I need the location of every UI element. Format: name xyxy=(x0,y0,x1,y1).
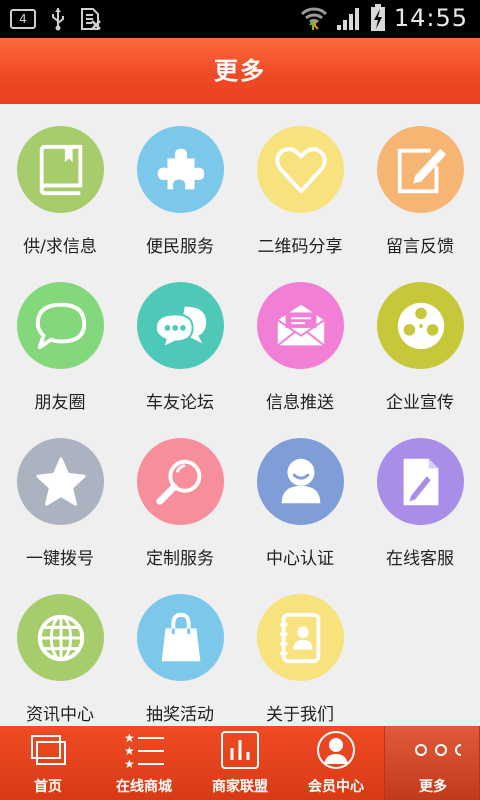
grid-item-moments[interactable]: 朋友圈 xyxy=(0,260,120,416)
grid-item-news-center[interactable]: 资讯中心 xyxy=(0,572,120,728)
envelope-icon xyxy=(276,304,325,346)
grid-item-label: 定制服务 xyxy=(146,549,214,569)
nav-item-more[interactable]: 更多 xyxy=(384,726,480,800)
grid-item-label: 关于我们 xyxy=(266,705,334,725)
home-windows-icon xyxy=(31,735,66,765)
grid-item-online-support[interactable]: 在线客服 xyxy=(360,416,480,572)
nav-label: 更多 xyxy=(419,779,447,795)
grid-item-qr-share[interactable]: 二维码分享 xyxy=(240,104,360,260)
status-right: 14:55 xyxy=(300,4,468,32)
page-title: 更多 xyxy=(214,57,266,85)
wifi-icon xyxy=(300,7,327,30)
nav-label: 会员中心 xyxy=(308,779,364,795)
grid-item-convenience-services[interactable]: 便民服务 xyxy=(120,104,240,260)
grid-item-label: 信息推送 xyxy=(266,393,334,413)
grid-item-company-promo[interactable]: 企业宣传 xyxy=(360,260,480,416)
grid-item-supply-demand[interactable]: 供/求信息 xyxy=(0,104,120,260)
grid-item-about-us[interactable]: 关于我们 xyxy=(240,572,360,728)
clock: 14:55 xyxy=(393,4,468,32)
svg-text:★: ★ xyxy=(124,757,135,771)
circle xyxy=(17,126,104,213)
shopping-bag-icon xyxy=(161,612,200,661)
heart-icon xyxy=(274,146,327,193)
globe-icon xyxy=(37,614,84,661)
sim-card-icon xyxy=(81,8,101,30)
svg-text:★: ★ xyxy=(124,731,135,745)
chat-bubbles-icon xyxy=(154,306,206,349)
grid-item-one-click-dial[interactable]: 一键拨号 xyxy=(0,416,120,572)
grid-item-lottery[interactable]: 抽奖活动 xyxy=(120,572,240,728)
status-left: 4 xyxy=(10,7,102,31)
user-icon xyxy=(281,458,320,503)
top-bar: 更多 xyxy=(0,38,480,104)
grid-item-label: 在线客服 xyxy=(386,549,454,569)
grid-item-label: 供/求信息 xyxy=(23,237,97,257)
more-dots-icon xyxy=(415,744,461,756)
nav-item-online-mall[interactable]: ★ ★ ★ 在线商城 xyxy=(96,726,192,800)
grid-item-label: 朋友圈 xyxy=(34,393,86,413)
grid-item-label: 资讯中心 xyxy=(26,705,94,725)
nav-label: 商家联盟 xyxy=(212,779,268,795)
nav-label: 首页 xyxy=(34,779,62,795)
notification-count-badge: 4 xyxy=(10,9,36,29)
nav-item-home[interactable]: 首页 xyxy=(0,726,96,800)
grid-item-label: 抽奖活动 xyxy=(146,705,214,725)
feature-grid: 供/求信息 便民服务 二维码分享 留言反馈 朋友圈 车友论坛 信息推送 企业宣传… xyxy=(0,104,480,726)
status-bar: 4 14:55 xyxy=(0,0,480,38)
nav-item-merchant-alliance[interactable]: 商家联盟 xyxy=(192,726,288,800)
grid-item-label: 二维码分享 xyxy=(257,237,343,257)
bar-chart-icon xyxy=(221,731,259,769)
nav-item-member-center[interactable]: 会员中心 xyxy=(288,726,384,800)
grid-item-push-info[interactable]: 信息推送 xyxy=(240,260,360,416)
list-star-icon: ★ ★ ★ xyxy=(124,731,164,771)
puzzle-icon xyxy=(157,148,204,189)
signal-icon xyxy=(336,8,359,30)
grid-item-label: 中心认证 xyxy=(266,549,334,569)
bottom-nav: 首页 ★ ★ ★ 在线商城 商家联盟 会员中心 更多 xyxy=(0,726,480,800)
grid-item-label: 留言反馈 xyxy=(386,237,454,257)
svg-text:★: ★ xyxy=(124,744,135,758)
usb-icon xyxy=(52,8,64,31)
star-icon xyxy=(35,456,86,506)
grid-item-label: 便民服务 xyxy=(146,237,214,257)
grid-item-label: 一键拨号 xyxy=(26,549,94,569)
speech-bubble-icon xyxy=(35,302,86,349)
nav-label: 在线商城 xyxy=(116,779,172,795)
member-avatar-icon xyxy=(317,731,355,769)
grid-item-custom-service[interactable]: 定制服务 xyxy=(120,416,240,572)
grid-item-center-auth[interactable]: 中心认证 xyxy=(240,416,360,572)
grid-item-feedback[interactable]: 留言反馈 xyxy=(360,104,480,260)
document-edit-icon xyxy=(403,458,438,505)
magnifier-icon xyxy=(155,459,201,505)
film-reel-icon xyxy=(397,302,444,349)
grid-item-car-forum[interactable]: 车友论坛 xyxy=(120,260,240,416)
grid-item-label: 企业宣传 xyxy=(386,393,454,413)
contacts-book-icon xyxy=(279,612,320,663)
edit-note-icon xyxy=(397,148,446,193)
grid-item-label: 车友论坛 xyxy=(146,393,214,413)
book-icon xyxy=(39,144,82,195)
battery-charging-icon xyxy=(370,4,385,31)
